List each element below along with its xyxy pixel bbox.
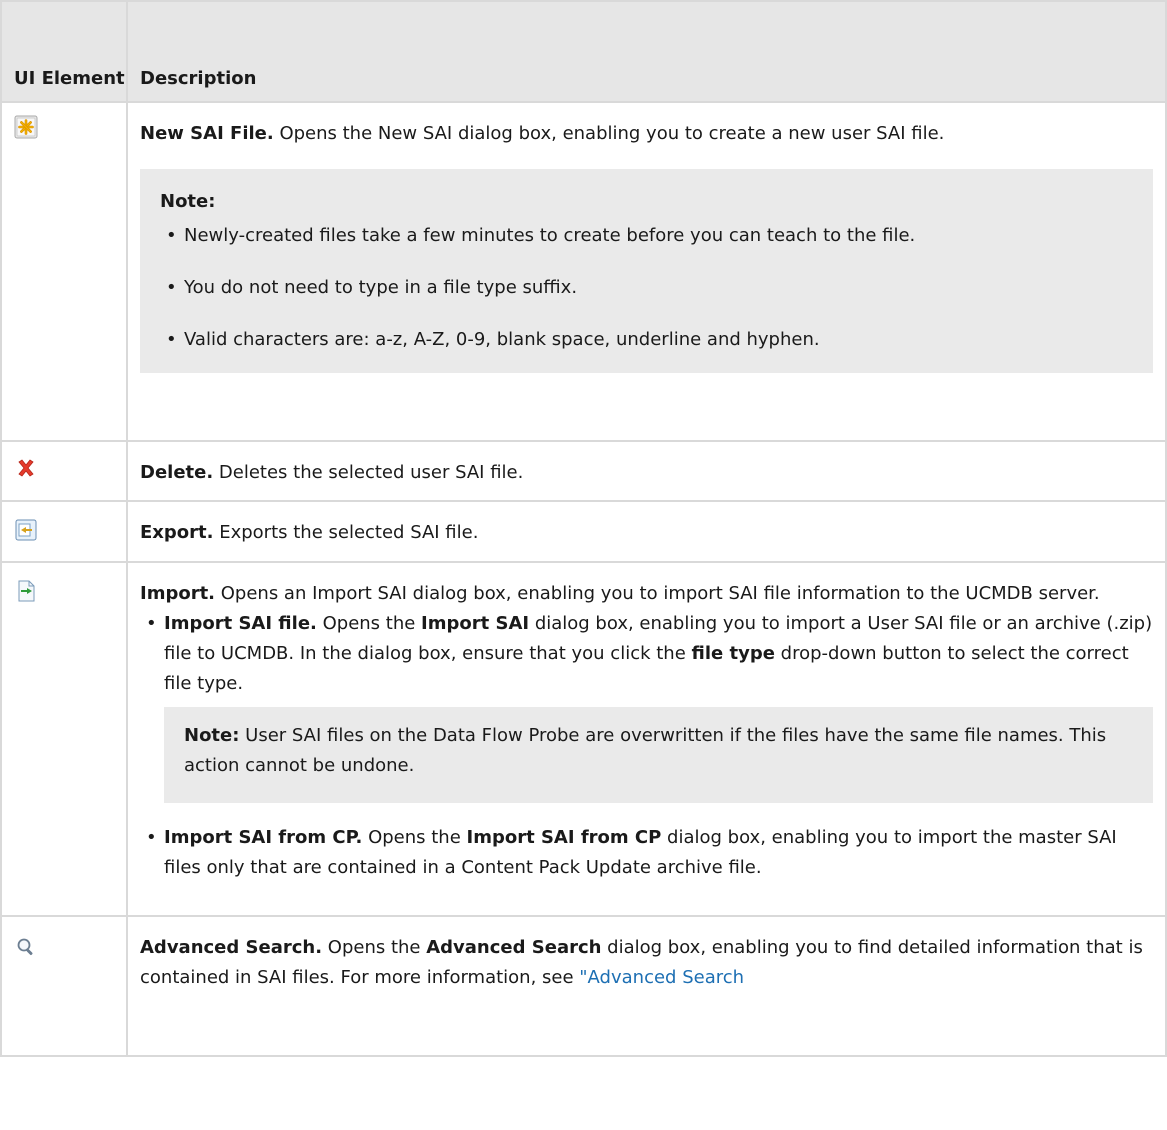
description-cell: New SAI File. Opens the New SAI dialog b… [126,101,1167,442]
ui-element-cell [0,561,128,917]
table-header-row: UI Element Description [0,0,1167,103]
table-row: Delete. Deletes the selected user SAI fi… [0,440,1167,502]
new-file-icon [14,115,38,139]
description-text: New SAI File. Opens the New SAI dialog b… [140,123,945,144]
element-title: Export. [140,522,214,543]
list-item: You do not need to type in a file type s… [160,273,1141,303]
note-box: Note: User SAI files on the Data Flow Pr… [164,707,1153,803]
export-icon [14,518,38,542]
description-text: Import. Opens an Import SAI dialog box, … [140,583,1100,604]
note-list: Newly-created files take a few minutes t… [160,221,1141,355]
note-label: Note: [160,191,216,212]
list-item: Valid characters are: a-z, A-Z, 0-9, bla… [160,325,1141,355]
header-ui-element: UI Element [0,0,128,103]
description-cell: Delete. Deletes the selected user SAI fi… [126,440,1167,502]
import-icon [14,579,38,603]
note-box: Note: Newly-created files take a few min… [140,169,1153,373]
element-title: New SAI File. [140,123,274,144]
description-text: Advanced Search. Opens the Advanced Sear… [140,937,1143,988]
element-title: Delete. [140,462,214,483]
description-cell: Export. Exports the selected SAI file. [126,500,1167,563]
advanced-search-link[interactable]: "Advanced Search [579,967,744,988]
import-options-list: Import SAI file. Opens the Import SAI di… [140,609,1153,883]
description-text: Delete. Deletes the selected user SAI fi… [140,462,524,483]
list-item: Import SAI file. Opens the Import SAI di… [140,609,1153,803]
list-item: Newly-created files take a few minutes t… [160,221,1141,251]
description-text: Export. Exports the selected SAI file. [140,522,479,543]
ui-element-cell [0,440,128,502]
description-cell: Import. Opens an Import SAI dialog box, … [126,561,1167,917]
list-item: Import SAI from CP. Opens the Import SAI… [140,823,1153,883]
ui-element-cell [0,101,128,442]
search-icon [14,935,38,959]
header-description: Description [126,0,1167,103]
table-row: Advanced Search. Opens the Advanced Sear… [0,915,1167,1057]
table-row: Export. Exports the selected SAI file. [0,500,1167,563]
ui-element-cell [0,915,128,1057]
note-label: Note: [184,725,240,746]
element-title: Import. [140,583,216,604]
description-cell: Advanced Search. Opens the Advanced Sear… [126,915,1167,1057]
table-row: Import. Opens an Import SAI dialog box, … [0,561,1167,917]
ui-elements-table: UI Element Description New SAI File. Ope… [0,0,1167,1057]
delete-icon [14,456,38,480]
element-title: Advanced Search. [140,937,323,958]
table-row: New SAI File. Opens the New SAI dialog b… [0,101,1167,442]
ui-element-cell [0,500,128,563]
